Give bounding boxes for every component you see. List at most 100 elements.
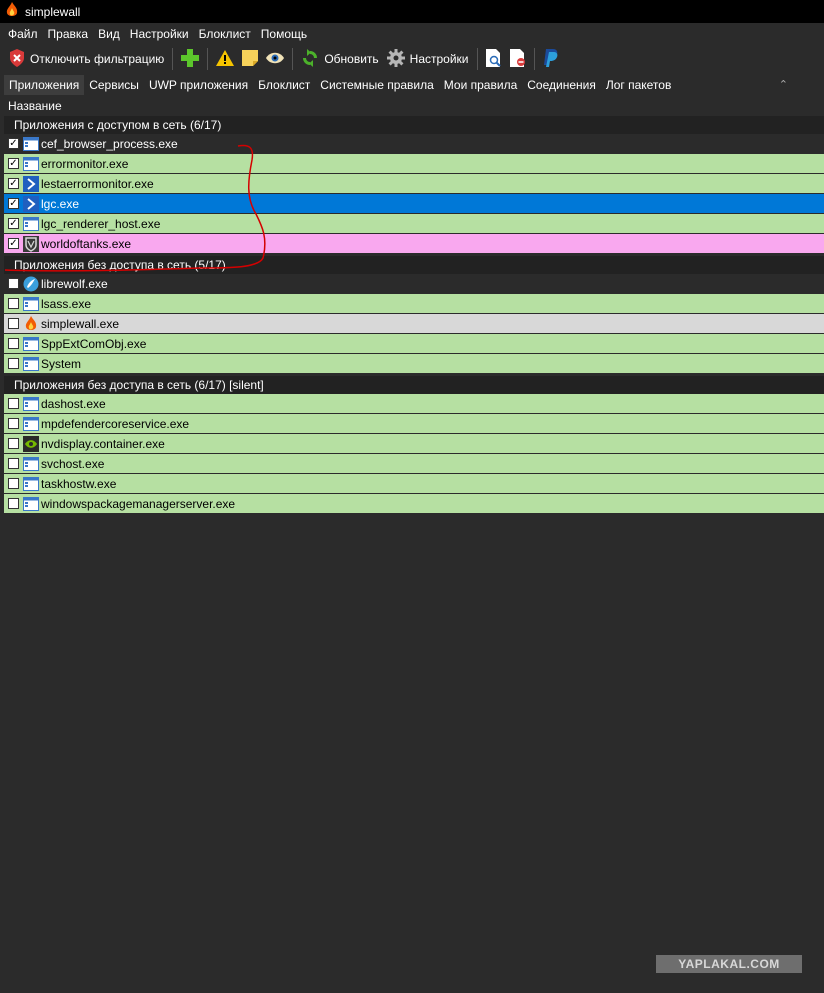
list-item[interactable]: svchost.exe xyxy=(4,454,824,474)
wot-icon xyxy=(23,235,39,252)
item-checkbox[interactable] xyxy=(8,278,19,289)
item-checkbox[interactable] xyxy=(8,438,19,449)
menu-blocklist[interactable]: Блоклист xyxy=(194,27,256,41)
plus-icon xyxy=(181,48,200,70)
view-button[interactable] xyxy=(262,46,288,72)
list-item[interactable]: dashost.exe xyxy=(4,394,824,414)
item-name: cef_browser_process.exe xyxy=(41,136,178,151)
item-name: windowspackagemanagerserver.exe xyxy=(41,496,236,511)
menu-help[interactable]: Помощь xyxy=(256,27,312,41)
document-delete-icon xyxy=(509,48,526,70)
list-item[interactable]: ✓ lestaerrormonitor.exe xyxy=(4,174,824,194)
window-app-icon xyxy=(23,156,39,172)
group-header[interactable]: Приложения без доступа в сеть (6/17) [si… xyxy=(4,376,824,394)
window-title: simplewall xyxy=(25,4,81,19)
nvidia-icon xyxy=(23,435,39,452)
refresh-button[interactable]: Обновить xyxy=(297,46,382,72)
item-checkbox[interactable] xyxy=(8,338,19,349)
item-checkbox[interactable] xyxy=(8,458,19,469)
toolbar-separator xyxy=(533,48,535,70)
tab-connections[interactable]: Соединения xyxy=(522,75,601,95)
item-checkbox[interactable]: ✓ xyxy=(8,158,19,169)
menu-view[interactable]: Вид xyxy=(93,27,125,41)
disable-filter-label: Отключить фильтрацию xyxy=(30,52,165,66)
tab-applications[interactable]: Приложения xyxy=(4,75,85,95)
item-checkbox[interactable] xyxy=(8,318,19,329)
refresh-label: Обновить xyxy=(324,52,379,66)
column-header-name[interactable]: Название xyxy=(0,96,824,116)
window-app-icon xyxy=(23,396,39,412)
item-name: lgc.exe xyxy=(41,196,80,211)
toolbar-separator xyxy=(207,48,209,70)
item-name: lgc_renderer_host.exe xyxy=(41,216,161,231)
tab-my-rules[interactable]: Мои правила xyxy=(439,75,522,95)
list-item[interactable]: ✓ lgc.exe xyxy=(4,194,824,214)
list-item[interactable]: nvdisplay.container.exe xyxy=(4,434,824,454)
add-button[interactable] xyxy=(177,46,203,72)
item-checkbox[interactable]: ✓ xyxy=(8,238,19,249)
item-checkbox[interactable] xyxy=(8,298,19,309)
refresh-icon xyxy=(301,48,319,70)
donate-button[interactable] xyxy=(539,46,563,72)
item-checkbox[interactable] xyxy=(8,498,19,509)
item-name: simplewall.exe xyxy=(41,316,120,331)
tab-uwp[interactable]: UWP приложения xyxy=(144,75,253,95)
item-checkbox[interactable] xyxy=(8,358,19,369)
flame-icon xyxy=(5,2,19,21)
window-app-icon xyxy=(23,296,39,312)
list-item[interactable]: taskhostw.exe xyxy=(4,474,824,494)
settings-label: Настройки xyxy=(409,52,469,66)
list-item[interactable]: ✓ cef_browser_process.exe xyxy=(4,134,824,154)
item-checkbox[interactable] xyxy=(8,398,19,409)
sticky-note-icon xyxy=(242,49,259,69)
item-checkbox[interactable]: ✓ xyxy=(8,218,19,229)
tab-services[interactable]: Сервисы xyxy=(84,75,144,95)
chevron-up-icon[interactable]: ⌃ xyxy=(779,78,788,91)
log-clear-button[interactable] xyxy=(506,46,530,72)
tab-system-rules[interactable]: Системные правила xyxy=(315,75,439,95)
eye-icon xyxy=(266,52,285,67)
list-item[interactable]: ✓ worldoftanks.exe xyxy=(4,234,824,254)
list-item[interactable]: System xyxy=(4,354,824,374)
item-checkbox[interactable] xyxy=(8,418,19,429)
toolbar-separator xyxy=(292,48,294,70)
log-view-button[interactable] xyxy=(482,46,506,72)
shield-icon xyxy=(9,48,25,70)
warning-icon xyxy=(216,49,235,69)
warning-button[interactable] xyxy=(212,46,238,72)
item-name: SppExtComObj.exe xyxy=(41,336,147,351)
item-checkbox[interactable] xyxy=(8,478,19,489)
list-item[interactable]: librewolf.exe xyxy=(4,274,824,294)
tab-blocklist[interactable]: Блоклист xyxy=(253,75,315,95)
settings-button[interactable]: Настройки xyxy=(383,46,473,72)
flame-icon xyxy=(23,315,39,332)
item-name: lestaerrormonitor.exe xyxy=(41,176,154,191)
group-header[interactable]: Приложения без доступа в сеть (5/17) xyxy=(4,256,824,274)
menu-file[interactable]: Файл xyxy=(3,27,43,41)
list-item[interactable]: lsass.exe xyxy=(4,294,824,314)
gear-icon xyxy=(386,48,405,70)
window-app-icon xyxy=(23,356,39,372)
item-name: taskhostw.exe xyxy=(41,476,117,491)
item-checkbox[interactable]: ✓ xyxy=(8,178,19,189)
group-header[interactable]: Приложения с доступом в сеть (6/17) xyxy=(4,116,824,134)
item-name: errormonitor.exe xyxy=(41,156,129,171)
disable-filter-button[interactable]: Отключить фильтрацию xyxy=(5,46,168,72)
list-item[interactable]: ✓ lgc_renderer_host.exe xyxy=(4,214,824,234)
list-item[interactable]: mpdefendercoreservice.exe xyxy=(4,414,824,434)
item-name: nvdisplay.container.exe xyxy=(41,436,165,451)
item-name: librewolf.exe xyxy=(41,276,108,291)
item-checkbox[interactable]: ✓ xyxy=(8,198,19,209)
tab-packet-log[interactable]: Лог пакетов xyxy=(601,75,677,95)
item-checkbox[interactable]: ✓ xyxy=(8,138,19,149)
item-name: dashost.exe xyxy=(41,396,106,411)
list-item[interactable]: ✓ errormonitor.exe xyxy=(4,154,824,174)
list-item[interactable]: windowspackagemanagerserver.exe xyxy=(4,494,824,514)
menu-settings[interactable]: Настройки xyxy=(125,27,194,41)
menu-edit[interactable]: Правка xyxy=(43,27,94,41)
list-item[interactable]: simplewall.exe xyxy=(4,314,824,334)
note-button[interactable] xyxy=(238,46,262,72)
window-app-icon xyxy=(23,456,39,472)
item-name: svchost.exe xyxy=(41,456,105,471)
list-item[interactable]: SppExtComObj.exe xyxy=(4,334,824,354)
